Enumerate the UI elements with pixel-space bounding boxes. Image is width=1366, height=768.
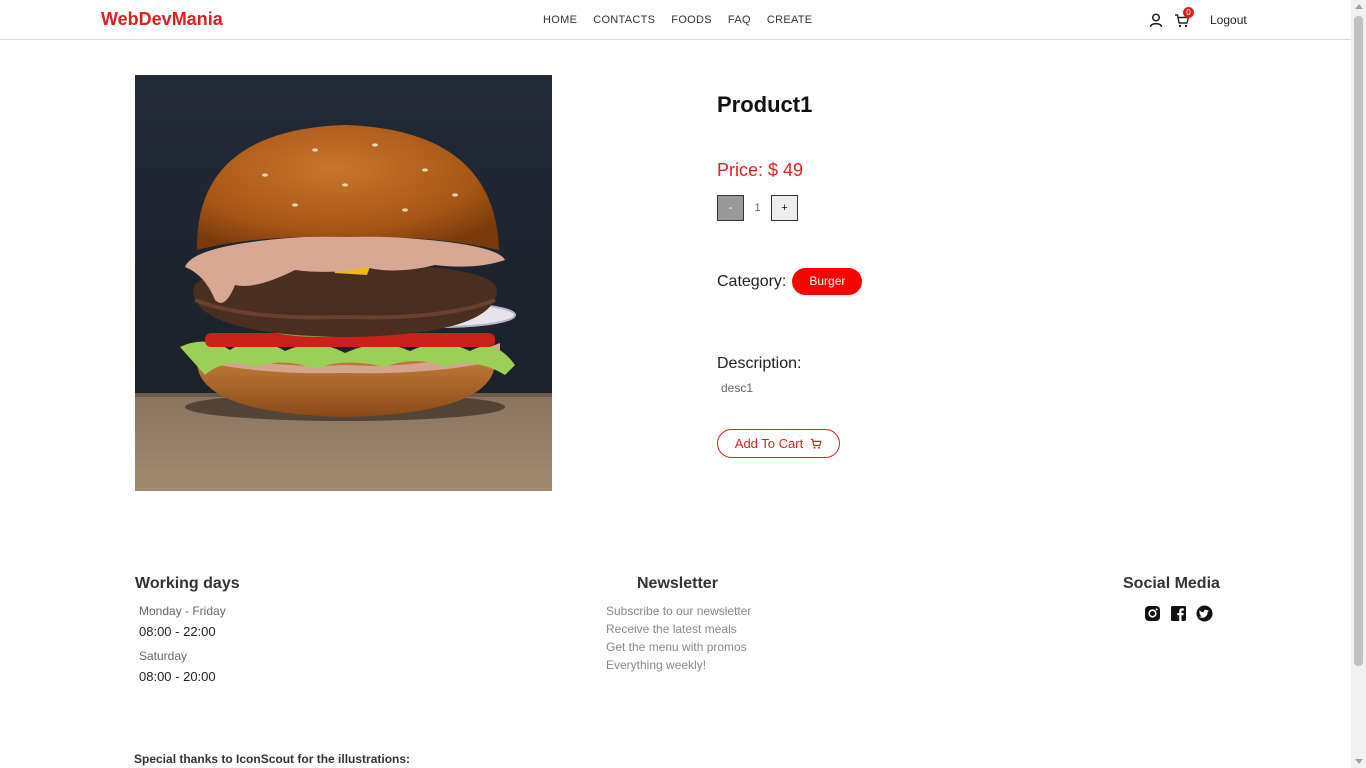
scroll-down-icon[interactable] bbox=[1355, 759, 1363, 764]
newsletter-line: Everything weekly! bbox=[606, 658, 707, 672]
header-actions: 0 Logout bbox=[1148, 7, 1247, 30]
quantity-value: 1 bbox=[754, 202, 761, 214]
working-days-title: Working days bbox=[135, 575, 240, 592]
description-text: desc1 bbox=[721, 381, 754, 395]
category-badge[interactable]: Burger bbox=[792, 268, 863, 295]
newsletter-line: Get the menu with promos bbox=[606, 640, 747, 654]
product-image bbox=[135, 75, 552, 491]
description-label: Description: bbox=[717, 355, 802, 372]
newsletter-line: Receive the latest meals bbox=[606, 622, 737, 636]
weekday-label: Monday - Friday bbox=[139, 604, 226, 618]
user-icon[interactable] bbox=[1148, 12, 1164, 28]
facebook-icon[interactable] bbox=[1170, 605, 1187, 622]
quantity-increase-button[interactable]: + bbox=[771, 195, 798, 221]
nav-home[interactable]: HOME bbox=[543, 14, 577, 26]
cart-icon bbox=[810, 438, 822, 449]
twitter-icon[interactable] bbox=[1196, 605, 1213, 622]
product-title: Product1 bbox=[717, 92, 813, 117]
category-row: Category: Burger bbox=[717, 268, 863, 295]
logout-link[interactable]: Logout bbox=[1210, 13, 1247, 27]
weekday-hours: 08:00 - 22:00 bbox=[139, 624, 216, 639]
social-media-title: Social Media bbox=[1123, 575, 1220, 592]
quantity-decrease-button[interactable]: - bbox=[717, 195, 744, 221]
quantity-stepper: - 1 + bbox=[717, 195, 798, 221]
scrollbar-thumb[interactable] bbox=[1354, 16, 1363, 666]
burger-image bbox=[135, 75, 552, 491]
scroll-up-icon[interactable] bbox=[1355, 4, 1363, 9]
nav-contacts[interactable]: CONTACTS bbox=[593, 14, 655, 26]
instagram-icon[interactable] bbox=[1144, 605, 1161, 622]
category-label: Category: bbox=[717, 272, 787, 290]
product-price: Price: $ 49 bbox=[717, 160, 804, 180]
page-scrollbar[interactable] bbox=[1351, 0, 1366, 768]
cart-count-badge: 0 bbox=[1183, 7, 1194, 18]
nav-faq[interactable]: FAQ bbox=[728, 14, 751, 26]
social-links bbox=[1144, 605, 1213, 622]
top-header: WebDevMania HOME CONTACTS FOODS FAQ CREA… bbox=[0, 0, 1351, 40]
cart-button[interactable]: 0 bbox=[1174, 7, 1194, 29]
nav-foods[interactable]: FOODS bbox=[671, 14, 712, 26]
credits-text: Special thanks to IconScout for the illu… bbox=[134, 752, 411, 766]
nav-create[interactable]: CREATE bbox=[767, 14, 813, 26]
add-to-cart-button[interactable]: Add To Cart bbox=[717, 429, 840, 458]
brand-logo[interactable]: WebDevMania bbox=[101, 9, 223, 30]
add-to-cart-label: Add To Cart bbox=[734, 436, 804, 451]
main-nav: HOME CONTACTS FOODS FAQ CREATE bbox=[543, 14, 828, 26]
saturday-hours: 08:00 - 20:00 bbox=[139, 669, 216, 684]
saturday-label: Saturday bbox=[139, 649, 188, 663]
newsletter-title: Newsletter bbox=[637, 575, 718, 592]
newsletter-line: Subscribe to our newsletter bbox=[606, 604, 752, 618]
